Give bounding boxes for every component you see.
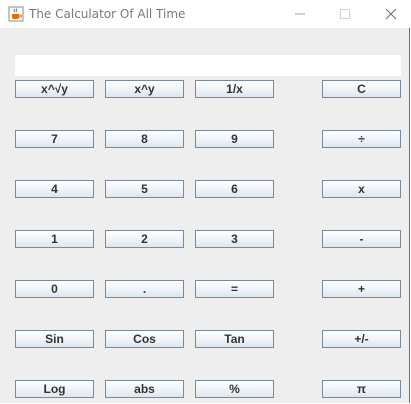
- title-bar[interactable]: The Calculator Of All Time: [0, 0, 410, 28]
- close-icon: [385, 8, 397, 20]
- sin-button[interactable]: Sin: [15, 330, 94, 348]
- subtract-button[interactable]: -: [322, 230, 401, 248]
- equals-button[interactable]: =: [195, 280, 274, 298]
- calculator-window: The Calculator Of All Time x^√y x^y 1/x …: [0, 0, 410, 403]
- digit-9-button[interactable]: 9: [195, 130, 274, 148]
- digit-7-button[interactable]: 7: [15, 130, 94, 148]
- digit-1-button[interactable]: 1: [15, 230, 94, 248]
- calculator-panel: x^√y x^y 1/x C 7 8 9 ÷ 4 5 6 x 1 2 3 - 0…: [0, 28, 409, 403]
- digit-3-button[interactable]: 3: [195, 230, 274, 248]
- digit-6-button[interactable]: 6: [195, 180, 274, 198]
- log-button[interactable]: Log: [15, 380, 94, 398]
- display-field[interactable]: [15, 55, 401, 76]
- power-button[interactable]: x^y: [105, 80, 184, 98]
- maximize-button[interactable]: [322, 0, 368, 28]
- digit-0-button[interactable]: 0: [15, 280, 94, 298]
- negate-button[interactable]: +/-: [322, 330, 401, 348]
- cos-button[interactable]: Cos: [105, 330, 184, 348]
- pi-button[interactable]: π: [322, 380, 401, 398]
- java-cup-icon: [8, 6, 24, 22]
- close-button[interactable]: [368, 0, 411, 28]
- digit-4-button[interactable]: 4: [15, 180, 94, 198]
- digit-5-button[interactable]: 5: [105, 180, 184, 198]
- tan-button[interactable]: Tan: [195, 330, 274, 348]
- add-button[interactable]: +: [322, 280, 401, 298]
- multiply-button[interactable]: x: [322, 180, 401, 198]
- divide-button[interactable]: ÷: [322, 130, 401, 148]
- digit-2-button[interactable]: 2: [105, 230, 184, 248]
- reciprocal-button[interactable]: 1/x: [195, 80, 274, 98]
- window-title: The Calculator Of All Time: [29, 7, 186, 21]
- minimize-icon: [295, 13, 305, 15]
- clear-button[interactable]: C: [322, 80, 401, 98]
- minimize-button[interactable]: [277, 0, 323, 28]
- decimal-button[interactable]: .: [105, 280, 184, 298]
- maximize-icon: [340, 9, 350, 19]
- abs-button[interactable]: abs: [105, 380, 184, 398]
- digit-8-button[interactable]: 8: [105, 130, 184, 148]
- root-button[interactable]: x^√y: [15, 80, 94, 98]
- percent-button[interactable]: %: [195, 380, 274, 398]
